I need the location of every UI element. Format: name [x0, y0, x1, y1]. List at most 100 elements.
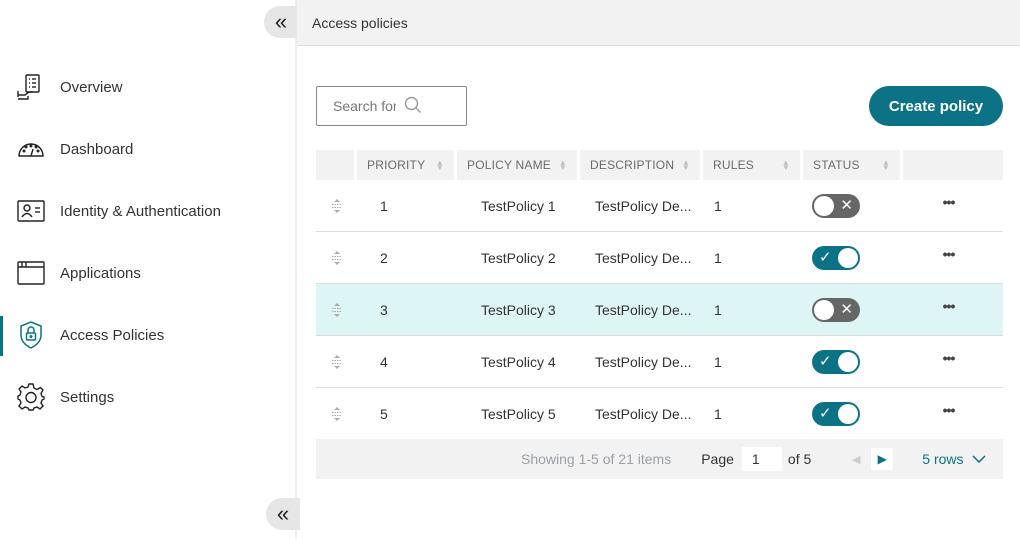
- rules-cell: 1: [714, 301, 722, 318]
- status-cell: ✕: [797, 297, 897, 322]
- status-cell: ✓: [797, 402, 897, 426]
- status-cell: ✓: [797, 349, 897, 374]
- toggle-knob: [814, 299, 834, 320]
- sort-icon: ▲ ▼: [558, 158, 567, 172]
- double-chevron-left-icon: «: [274, 9, 288, 34]
- header-actions-column: [903, 150, 1003, 180]
- applications-window-icon: [16, 258, 46, 288]
- drag-handle-icon[interactable]: [316, 302, 357, 317]
- page-header: Access policies: [297, 0, 1020, 46]
- policy-name-cell: TestPolicy 3: [481, 301, 556, 318]
- header-rules[interactable]: RULES ▲ ▼: [703, 150, 800, 180]
- page-number-input[interactable]: 1: [741, 447, 782, 471]
- more-actions-icon[interactable]: •••: [897, 194, 1000, 210]
- description-cell: TestPolicy De...: [595, 301, 692, 318]
- x-icon: ✕: [840, 196, 853, 214]
- identity-card-icon: [16, 196, 46, 226]
- chevron-down-icon: [971, 455, 986, 463]
- priority-cell: 1: [380, 197, 388, 214]
- policy-name-cell: TestPolicy 1: [481, 197, 556, 214]
- create-policy-button[interactable]: Create policy: [869, 86, 1003, 126]
- sidebar-item-identity-authentication[interactable]: Identity & Authentication: [0, 180, 295, 242]
- priority-cell: 5: [380, 406, 388, 422]
- header-status[interactable]: STATUS ▲ ▼: [803, 150, 900, 180]
- double-chevron-left-icon: «: [276, 501, 290, 526]
- search-input[interactable]: Search for acces: [316, 86, 467, 126]
- drag-handle-icon[interactable]: [316, 407, 357, 421]
- check-icon: ✓: [819, 352, 832, 370]
- sort-icon: ▲ ▼: [435, 158, 444, 172]
- status-toggle[interactable]: ✕: [812, 193, 860, 218]
- sidebar-item-settings[interactable]: Settings: [0, 366, 295, 428]
- sidebar-item-applications[interactable]: Applications: [0, 242, 295, 304]
- page-label: Page: [701, 451, 734, 467]
- header-policy-name[interactable]: POLICY NAME ▲ ▼: [457, 150, 577, 180]
- more-actions-icon[interactable]: •••: [897, 350, 1000, 366]
- status-cell: ✓: [797, 245, 897, 270]
- status-cell: ✕: [797, 193, 897, 218]
- rules-cell: 1: [714, 406, 722, 422]
- description-cell: TestPolicy De...: [595, 406, 692, 422]
- sidebar: « Overview Dashboard Identity & Authenti…: [0, 0, 300, 539]
- sidebar-item-label: Identity & Authentication: [60, 202, 221, 220]
- drag-handle-icon[interactable]: [316, 250, 357, 265]
- status-toggle[interactable]: ✓: [812, 245, 860, 270]
- sort-icon: ▲ ▼: [881, 158, 890, 172]
- dashboard-icon: [16, 134, 46, 164]
- search-placeholder: Search for acces: [333, 98, 396, 114]
- sidebar-item-label: Applications: [60, 264, 141, 282]
- sidebar-item-dashboard[interactable]: Dashboard: [0, 118, 295, 180]
- page-title: Access policies: [312, 14, 408, 31]
- policy-name-cell: TestPolicy 2: [481, 249, 556, 266]
- toggle-knob: [814, 195, 834, 216]
- drag-handle-icon[interactable]: [316, 198, 357, 213]
- toggle-knob: [838, 351, 858, 372]
- header-drag-column: [316, 150, 354, 180]
- table-body: 1 TestPolicy 1 TestPolicy De... 1 ✕ ••• 2 TestP…: [316, 180, 1003, 440]
- table-row[interactable]: 3 TestPolicy 3 TestPolicy De... 1 ✕ •••: [316, 284, 1003, 336]
- more-actions-icon[interactable]: •••: [897, 246, 1000, 262]
- status-toggle[interactable]: ✓: [812, 349, 860, 374]
- sidebar-item-label: Dashboard: [60, 140, 134, 158]
- header-priority[interactable]: PRIORITY ▲ ▼: [357, 150, 454, 180]
- toggle-knob: [838, 404, 858, 424]
- description-cell: TestPolicy De...: [595, 197, 692, 214]
- more-actions-icon[interactable]: •••: [897, 402, 1000, 418]
- rows-per-page-select[interactable]: 5 rows: [922, 451, 986, 467]
- rules-cell: 1: [714, 249, 722, 266]
- status-toggle[interactable]: ✕: [812, 297, 860, 322]
- table-header: PRIORITY ▲ ▼ POLICY NAME ▲ ▼ DESCRIPTION ▲ ▼ R…: [316, 150, 1003, 180]
- priority-cell: 3: [380, 301, 388, 318]
- sidebar-item-access-policies[interactable]: Access Policies: [0, 304, 295, 366]
- page-total: of 5: [787, 451, 812, 467]
- status-toggle[interactable]: ✓: [812, 402, 860, 426]
- next-page-icon[interactable]: ▶: [871, 448, 894, 470]
- toggle-knob: [838, 247, 858, 268]
- previous-page-icon[interactable]: ◀: [845, 453, 867, 466]
- drag-handle-icon[interactable]: [316, 354, 357, 369]
- search-icon: [404, 96, 467, 117]
- rules-cell: 1: [714, 353, 722, 370]
- sidebar-item-overview[interactable]: Overview: [0, 56, 295, 118]
- x-icon: ✕: [840, 300, 853, 318]
- sidebar-item-label: Overview: [60, 78, 123, 96]
- table-row[interactable]: 2 TestPolicy 2 TestPolicy De... 1 ✓ •••: [316, 232, 1003, 284]
- rules-cell: 1: [714, 197, 722, 214]
- pagination-bar: Showing 1-5 of 21 items Page 1 of 5 ◀ ▶ …: [316, 439, 1003, 479]
- collapse-sidebar-button[interactable]: «: [264, 6, 298, 38]
- policy-name-cell: TestPolicy 5: [481, 406, 556, 422]
- collapse-sidebar-bottom-button[interactable]: «: [266, 498, 300, 530]
- gear-icon: [16, 382, 46, 412]
- header-description[interactable]: DESCRIPTION ▲ ▼: [580, 150, 700, 180]
- table-row[interactable]: 4 TestPolicy 4 TestPolicy De... 1 ✓ •••: [316, 336, 1003, 388]
- sort-icon: ▲ ▼: [681, 158, 690, 172]
- policies-table: PRIORITY ▲ ▼ POLICY NAME ▲ ▼ DESCRIPTION ▲ ▼ R…: [316, 150, 1003, 440]
- more-actions-icon[interactable]: •••: [897, 298, 1000, 314]
- description-cell: TestPolicy De...: [595, 249, 692, 266]
- table-row[interactable]: 5 TestPolicy 5 TestPolicy De... 1 ✓ •••: [316, 388, 1003, 440]
- priority-cell: 2: [380, 249, 388, 266]
- check-icon: ✓: [819, 405, 832, 422]
- showing-count: Showing 1-5 of 21 items: [521, 451, 672, 467]
- table-row[interactable]: 1 TestPolicy 1 TestPolicy De... 1 ✕ •••: [316, 180, 1003, 232]
- sort-icon: ▲ ▼: [781, 158, 790, 172]
